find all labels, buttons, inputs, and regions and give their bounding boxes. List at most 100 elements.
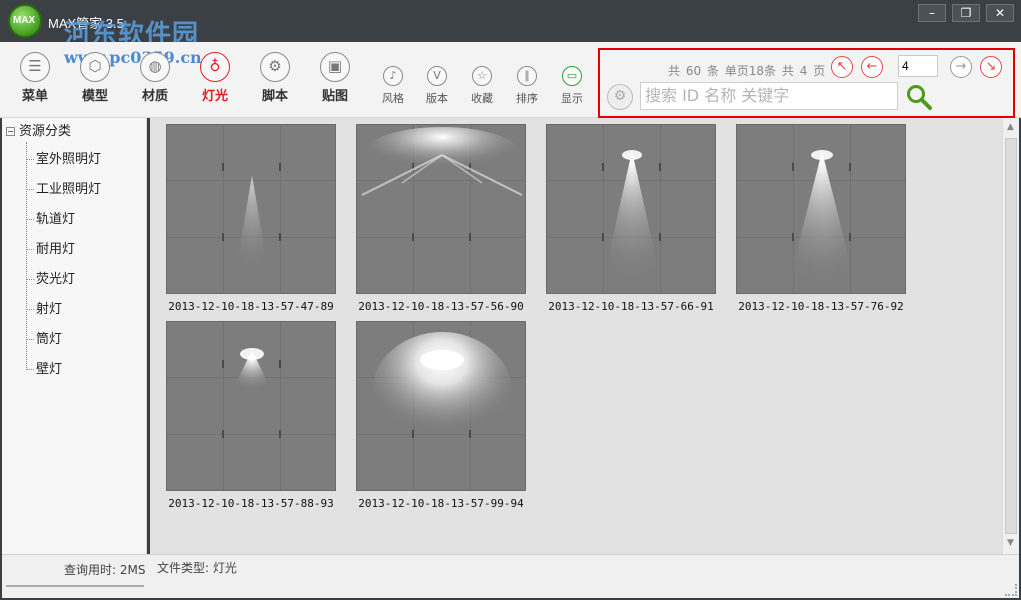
tree-root-label: 资源分类 — [19, 124, 72, 139]
tool-material-label: 材质 — [141, 89, 168, 104]
query-time: 查询用时: 2MS — [64, 563, 146, 577]
tool-texture-label: 贴图 — [321, 89, 348, 104]
tree-root[interactable]: − 资源分类 — [6, 120, 71, 139]
tool-model[interactable]: ⬡ 模型 — [80, 52, 110, 104]
star-icon: ☆ — [472, 66, 492, 86]
thumbnail-item[interactable]: 2013-12-10-18-13-57-88-93 — [166, 321, 336, 510]
thumbnail-item[interactable]: 2013-12-10-18-13-57-99-94 — [356, 321, 526, 510]
sidebar-item-track[interactable]: 轨道灯 — [26, 208, 75, 227]
search-button[interactable] — [905, 83, 933, 111]
tool-material[interactable]: ◍ 材质 — [140, 52, 170, 104]
total-unit: 条 — [706, 64, 719, 78]
thumbnail-caption: 2013-12-10-18-13-57-88-93 — [168, 497, 334, 510]
thumbnail-caption: 2013-12-10-18-13-57-76-92 — [738, 300, 904, 313]
tool-menu[interactable]: ☰ 菜单 — [20, 52, 50, 104]
menu-icon: ☰ — [20, 52, 50, 82]
light-preview-image — [166, 124, 336, 294]
vertical-scrollbar[interactable]: ▲ ▼ — [1002, 118, 1019, 554]
gear-icon: ⚙ — [260, 52, 290, 82]
tool-display-label: 显示 — [561, 92, 583, 105]
tool-version-label: 版本 — [426, 92, 448, 105]
thumbnail-caption: 2013-12-10-18-13-57-66-91 — [548, 300, 714, 313]
per-page-text: 单页18条 — [724, 64, 777, 78]
display-icon: ▭ — [562, 66, 582, 86]
sidebar-item-durable[interactable]: 耐用灯 — [26, 238, 75, 257]
magnifier-icon — [907, 85, 932, 110]
tool-favorite-label: 收藏 — [471, 92, 493, 105]
image-icon: ▣ — [320, 52, 350, 82]
tool-sort[interactable]: ∥ 排序 — [516, 66, 538, 106]
arrow-up-left-icon: ↖ — [836, 59, 848, 74]
thumbnail-item[interactable]: 2013-12-10-18-13-57-47-89 — [166, 124, 336, 313]
status-bar: 查询用时: 2MS 文件类型: 灯光 — [2, 554, 1019, 598]
arrow-left-icon: ← — [866, 59, 878, 74]
tool-texture[interactable]: ▣ 贴图 — [320, 52, 350, 104]
scrollbar-thumb[interactable] — [1005, 138, 1017, 534]
prev-page-button[interactable]: ← — [861, 56, 883, 78]
sidebar-item-downlight[interactable]: 筒灯 — [26, 328, 62, 347]
progress-line — [6, 585, 144, 587]
tool-version[interactable]: V 版本 — [426, 66, 448, 106]
settings-icon: ⚙ — [613, 88, 627, 104]
app-logo-text: MAX — [13, 15, 36, 26]
total-prefix: 共 — [668, 64, 681, 78]
cube-icon: ⬡ — [80, 52, 110, 82]
first-page-button[interactable]: ↖ — [831, 56, 853, 78]
version-icon: V — [427, 66, 447, 86]
search-settings-button[interactable]: ⚙ — [607, 84, 633, 110]
tool-menu-label: 菜单 — [21, 89, 48, 104]
pagination-info: 共 60 条 单页18条 共 4 页 — [668, 62, 827, 79]
collapse-icon[interactable]: − — [6, 127, 15, 136]
minimize-button[interactable]: – — [918, 4, 946, 22]
tool-style-label: 风格 — [382, 92, 404, 105]
sidebar-item-spotlight[interactable]: 射灯 — [26, 298, 62, 317]
music-note-icon: ♪ — [383, 66, 403, 86]
light-preview-image — [356, 124, 526, 294]
thumbnail-caption: 2013-12-10-18-13-57-47-89 — [168, 300, 334, 313]
thumbnail-item[interactable]: 2013-12-10-18-13-57-66-91 — [546, 124, 716, 313]
page-count: 4 — [799, 64, 808, 78]
tool-display[interactable]: ▭ 显示 — [561, 66, 583, 106]
total-count: 60 — [685, 64, 702, 78]
sidebar-item-industrial[interactable]: 工业照明灯 — [26, 178, 101, 197]
thumbnail-item[interactable]: 2013-12-10-18-13-57-56-90 — [356, 124, 526, 313]
light-preview-image — [546, 124, 716, 294]
light-preview-image — [736, 124, 906, 294]
sidebar-item-wall[interactable]: 壁灯 — [26, 358, 62, 377]
restore-button[interactable]: ❐ — [952, 4, 980, 22]
sort-icon: ∥ — [517, 66, 537, 86]
thumbnail-grid: 2013-12-10-18-13-57-47-89 2013-12-10-18-… — [150, 118, 1002, 554]
page-number-input[interactable]: 4 — [898, 55, 938, 77]
search-input[interactable]: 搜索 ID 名称 关键字 — [640, 82, 898, 110]
pages-prefix: 共 — [781, 64, 794, 78]
pages-unit: 页 — [813, 64, 826, 78]
arrow-down-right-icon: ↘ — [985, 59, 997, 74]
thumbnail-item[interactable]: 2013-12-10-18-13-57-76-92 — [736, 124, 906, 313]
tool-light-label: 灯光 — [201, 89, 228, 104]
title-bar: MAX MAX管家 3.5 河东软件园 – ❐ ✕ — [0, 0, 1021, 50]
category-sidebar: − 资源分类 室外照明灯 工业照明灯 轨道灯 耐用灯 荧光灯 射灯 筒灯 壁灯 — [2, 118, 147, 554]
tool-style[interactable]: ♪ 风格 — [382, 66, 404, 106]
resize-grip[interactable] — [1005, 584, 1017, 596]
thumbnail-caption: 2013-12-10-18-13-57-99-94 — [358, 497, 524, 510]
tool-model-label: 模型 — [81, 89, 108, 104]
last-page-button[interactable]: ↘ — [980, 56, 1002, 78]
chevron-down-icon[interactable]: ▼ — [1007, 538, 1014, 548]
tool-favorite[interactable]: ☆ 收藏 — [471, 66, 493, 106]
tool-sort-label: 排序 — [516, 92, 538, 105]
light-preview-image — [166, 321, 336, 491]
tool-light[interactable]: ♁ 灯光 — [200, 52, 230, 104]
thumbnail-caption: 2013-12-10-18-13-57-56-90 — [358, 300, 524, 313]
light-preview-image — [356, 321, 526, 491]
sidebar-item-fluorescent[interactable]: 荧光灯 — [26, 268, 75, 287]
next-page-button[interactable]: → — [950, 56, 972, 78]
chevron-up-icon[interactable]: ▲ — [1007, 122, 1014, 132]
bulb-icon: ♁ — [200, 52, 230, 82]
close-button[interactable]: ✕ — [986, 4, 1014, 22]
tool-script[interactable]: ⚙ 脚本 — [260, 52, 290, 104]
file-type: 文件类型: 灯光 — [157, 561, 237, 575]
arrow-right-icon: → — [955, 59, 967, 74]
material-icon: ◍ — [140, 52, 170, 82]
tool-script-label: 脚本 — [261, 89, 288, 104]
sidebar-item-outdoor[interactable]: 室外照明灯 — [26, 148, 101, 167]
